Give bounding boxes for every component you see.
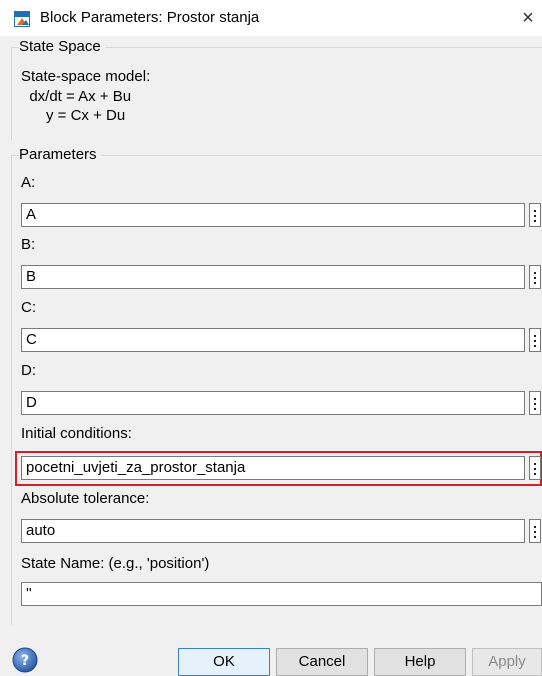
state-space-group-header: State Space — [11, 37, 542, 57]
window-title: Block Parameters: Prostor stanja — [40, 9, 260, 26]
model-equation-y: y = Cx + Du — [21, 107, 126, 124]
simulink-block-icon — [14, 11, 30, 27]
param-label-absolute-tolerance: Absolute tolerance: — [21, 490, 150, 507]
param-menu-button-initial-conditions[interactable] — [529, 456, 541, 480]
help-button[interactable]: Help — [374, 648, 466, 676]
param-menu-button-c[interactable] — [529, 328, 541, 352]
parameters-group-label: Parameters — [19, 145, 101, 165]
param-field-state-name[interactable]: '' — [21, 582, 542, 606]
model-description-line1: State-space model: — [21, 68, 151, 85]
model-equation-dx: dx/dt = Ax + Bu — [21, 88, 132, 105]
param-field-absolute-tolerance[interactable]: auto — [21, 519, 525, 543]
param-field-b[interactable]: B — [21, 265, 525, 289]
ok-button[interactable]: OK — [178, 648, 270, 676]
parameters-group-border — [11, 155, 12, 625]
param-menu-button-d[interactable] — [529, 391, 541, 415]
param-menu-button-absolute-tolerance[interactable] — [529, 519, 541, 543]
param-field-d[interactable]: D — [21, 391, 525, 415]
cancel-button[interactable]: Cancel — [276, 648, 368, 676]
parameters-group-header: Parameters — [11, 145, 542, 165]
param-label-initial-conditions: Initial conditions: — [21, 425, 132, 442]
svg-text:?: ? — [21, 653, 29, 669]
help-icon[interactable]: ? — [12, 647, 38, 673]
param-label-state-name: State Name: (e.g., 'position') — [21, 555, 210, 572]
state-space-group-label: State Space — [19, 37, 105, 57]
param-menu-button-b[interactable] — [529, 265, 541, 289]
param-label-b: B: — [21, 236, 36, 253]
param-label-c: C: — [21, 299, 36, 316]
param-label-a: A: — [21, 174, 36, 191]
apply-button[interactable]: Apply — [472, 648, 542, 676]
close-icon: × — [522, 7, 534, 29]
title-bar: Block Parameters: Prostor stanja × — [0, 0, 542, 36]
state-space-group-border — [11, 47, 12, 140]
close-button[interactable]: × — [516, 6, 540, 30]
param-menu-button-a[interactable] — [529, 203, 541, 227]
param-field-initial-conditions[interactable]: pocetni_uvjeti_za_prostor_stanja — [21, 456, 525, 480]
param-field-c[interactable]: C — [21, 328, 525, 352]
param-field-a[interactable]: A — [21, 203, 525, 227]
param-label-d: D: — [21, 362, 36, 379]
